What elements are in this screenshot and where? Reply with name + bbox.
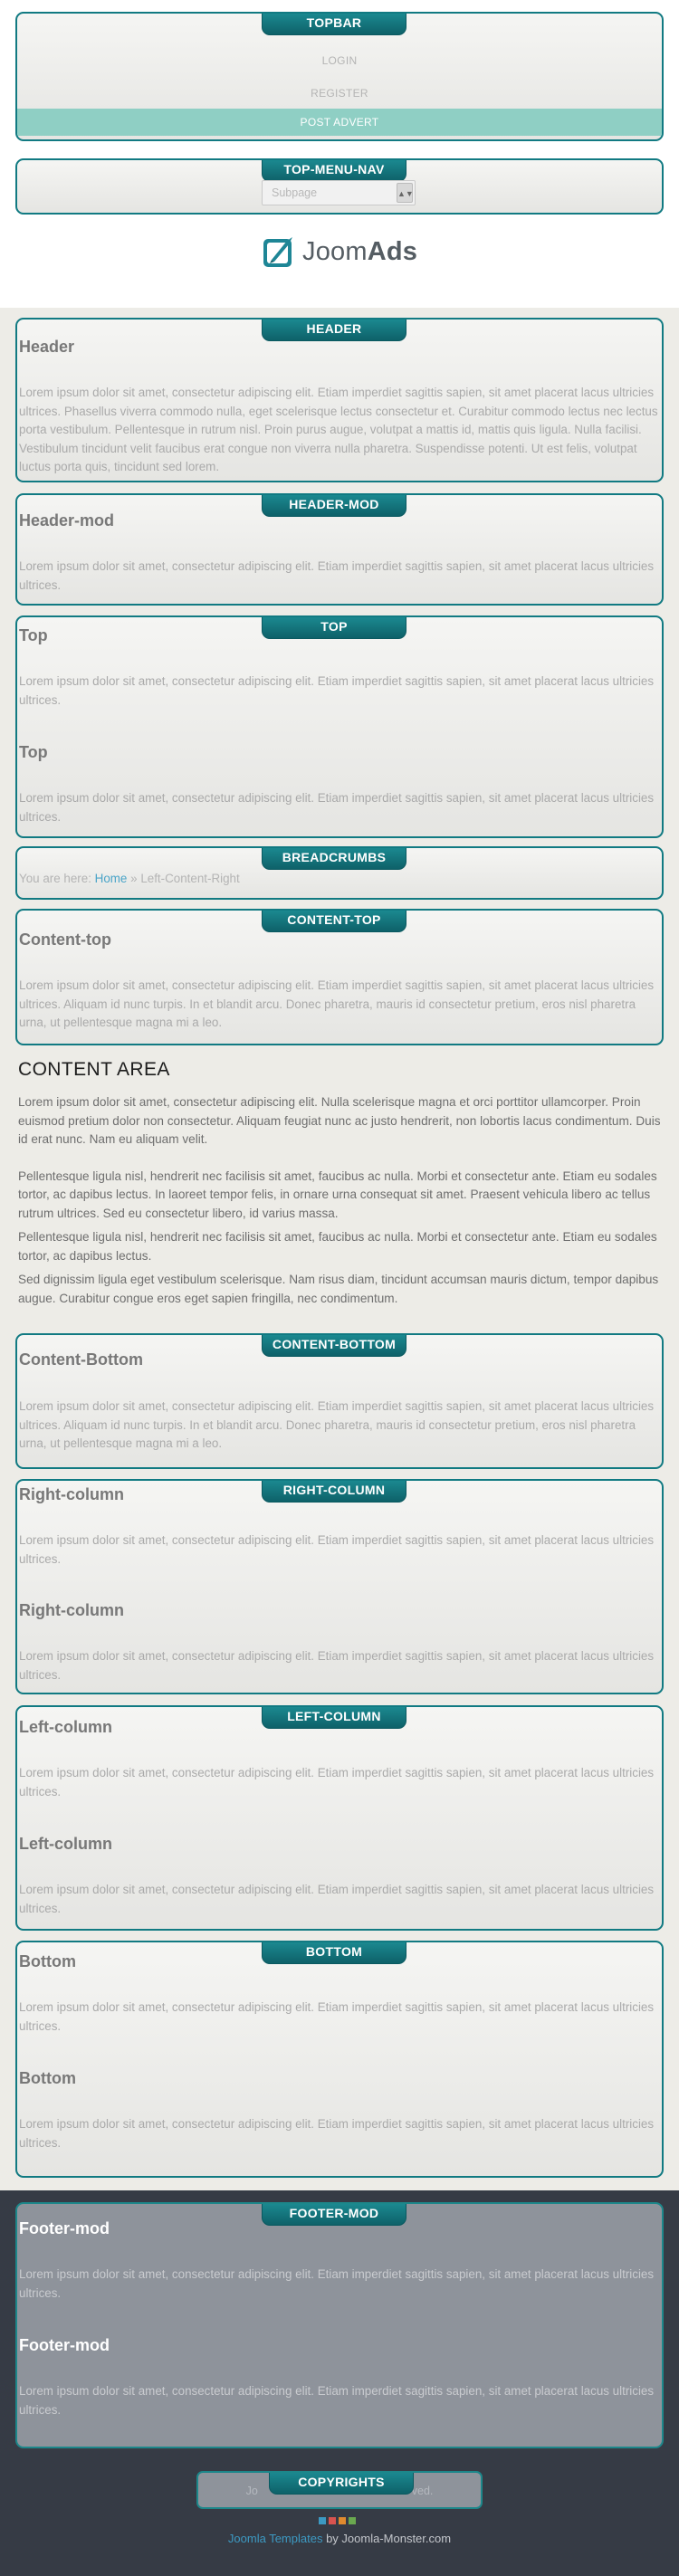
topbar-module: TOPBAR LOGIN REGISTER POST ADVERT bbox=[15, 12, 664, 141]
left-column-module: LEFT-COLUMN Left-column Lorem ipsum dolo… bbox=[15, 1705, 664, 1931]
module-text: Lorem ipsum dolor sit amet, consectetur … bbox=[19, 1399, 655, 1450]
post-advert-link[interactable]: POST ADVERT bbox=[17, 109, 662, 136]
logo-icon bbox=[263, 237, 292, 267]
module-text: Lorem ipsum dolor sit amet, consectetur … bbox=[19, 2117, 655, 2150]
color-square-orange[interactable] bbox=[339, 2517, 346, 2524]
color-squares bbox=[319, 2517, 356, 2524]
module-text: Lorem ipsum dolor sit amet, consectetur … bbox=[19, 1766, 655, 1798]
module-text: Lorem ipsum dolor sit amet, consectetur … bbox=[19, 2384, 655, 2417]
joomla-templates-link[interactable]: Joomla Templates bbox=[228, 2532, 323, 2545]
module-title: Bottom bbox=[19, 2069, 76, 2087]
module-tab-bottom: BOTTOM bbox=[262, 1942, 406, 1964]
module-tab-top-menu-nav: TOP-MENU-NAV bbox=[262, 160, 406, 182]
module-title: Header-mod bbox=[19, 511, 115, 530]
module-title: Left-column bbox=[19, 1718, 112, 1736]
register-link[interactable]: REGISTER bbox=[17, 84, 662, 102]
copyrights-module: Jo ved. COPYRIGHTS bbox=[196, 2471, 483, 2509]
module-text: Lorem ipsum dolor sit amet, consectetur … bbox=[19, 1649, 655, 1682]
content-top-module: CONTENT-TOP Content-top Lorem ipsum dolo… bbox=[15, 909, 664, 1045]
color-square-green[interactable] bbox=[349, 2517, 356, 2524]
bottom-module: BOTTOM Bottom Lorem ipsum dolor sit amet… bbox=[15, 1941, 664, 2178]
module-title: Content-Bottom bbox=[19, 1350, 143, 1369]
joomads-logo[interactable]: JoomAds bbox=[263, 234, 417, 270]
module-title: Top bbox=[19, 743, 48, 761]
breadcrumb: You are here: Home » Left-Content-Right bbox=[19, 872, 240, 885]
menu-select-value: Subpage bbox=[272, 186, 318, 199]
module-tab-top: TOP bbox=[262, 617, 406, 639]
module-title: Bottom bbox=[19, 1952, 76, 1970]
logo-text: JoomAds bbox=[302, 236, 418, 266]
menu-select[interactable]: Subpage ▲▼ bbox=[262, 180, 416, 205]
credits-suffix: by Joomla-Monster.com bbox=[322, 2532, 452, 2545]
module-text: Lorem ipsum dolor sit amet, consectetur … bbox=[19, 674, 655, 707]
module-tab-content-top: CONTENT-TOP bbox=[262, 911, 406, 932]
color-square-blue[interactable] bbox=[319, 2517, 326, 2524]
color-square-red[interactable] bbox=[329, 2517, 336, 2524]
header-mod-module: HEADER-MOD Header-mod Lorem ipsum dolor … bbox=[15, 493, 664, 606]
top-menu-nav-module: TOP-MENU-NAV Subpage ▲▼ bbox=[15, 158, 664, 215]
content-paragraph: Pellentesque ligula nisl, hendrerit nec … bbox=[18, 1169, 657, 1220]
header-module: HEADER Header Lorem ipsum dolor sit amet… bbox=[15, 318, 664, 482]
module-text: Lorem ipsum dolor sit amet, consectetur … bbox=[19, 791, 655, 824]
content-area: CONTENT AREA Lorem ipsum dolor sit amet,… bbox=[18, 1059, 663, 1326]
content-title: CONTENT AREA bbox=[18, 1059, 170, 1080]
module-tab-header-mod: HEADER-MOD bbox=[262, 495, 406, 517]
module-title: Right-column bbox=[19, 1601, 124, 1619]
breadcrumb-separator: » bbox=[130, 872, 138, 885]
module-text: Lorem ipsum dolor sit amet, consectetur … bbox=[19, 1883, 655, 1915]
module-tab-right-column: RIGHT-COLUMN bbox=[262, 1481, 406, 1503]
module-title: Footer-mod bbox=[19, 2336, 110, 2354]
breadcrumb-prefix: You are here: bbox=[19, 872, 91, 885]
module-text: Lorem ipsum dolor sit amet, consectetur … bbox=[19, 1533, 655, 1566]
content-paragraph: Pellentesque ligula nisl, hendrerit nec … bbox=[18, 1230, 657, 1263]
content-paragraph: Lorem ipsum dolor sit amet, consectetur … bbox=[18, 1095, 661, 1146]
content-bottom-module: CONTENT-BOTTOM Content-Bottom Lorem ipsu… bbox=[15, 1333, 664, 1469]
module-text: Lorem ipsum dolor sit amet, consectetur … bbox=[19, 2000, 655, 2033]
breadcrumbs-module: BREADCRUMBS You are here: Home » Left-Co… bbox=[15, 846, 664, 900]
module-title: Header bbox=[19, 338, 75, 356]
module-tab-header: HEADER bbox=[262, 320, 406, 341]
module-tab-copyrights: COPYRIGHTS bbox=[269, 2473, 414, 2495]
module-tab-breadcrumbs: BREADCRUMBS bbox=[262, 848, 406, 870]
breadcrumb-current: Left-Content-Right bbox=[140, 872, 240, 885]
right-column-module: RIGHT-COLUMN Right-column Lorem ipsum do… bbox=[15, 1479, 664, 1694]
module-title: Left-column bbox=[19, 1835, 112, 1853]
module-text: Lorem ipsum dolor sit amet, consectetur … bbox=[19, 2267, 655, 2300]
credits: Joomla Templates by Joomla-Monster.com bbox=[0, 2532, 679, 2545]
login-link[interactable]: LOGIN bbox=[17, 52, 662, 70]
content-paragraph: Sed dignissim ligula eget vestibulum sce… bbox=[18, 1273, 659, 1305]
module-tab-footer-mod: FOOTER-MOD bbox=[262, 2204, 406, 2226]
footer-mod-module: FOOTER-MOD Footer-mod Lorem ipsum dolor … bbox=[15, 2202, 664, 2448]
module-text: Lorem ipsum dolor sit amet, consectetur … bbox=[19, 386, 658, 473]
breadcrumb-home-link[interactable]: Home bbox=[95, 872, 128, 885]
module-title: Content-top bbox=[19, 930, 111, 949]
module-title: Footer-mod bbox=[19, 2219, 110, 2237]
module-title: Right-column bbox=[19, 1485, 124, 1503]
module-tab-content-bottom: CONTENT-BOTTOM bbox=[262, 1335, 406, 1357]
module-title: Top bbox=[19, 626, 48, 644]
module-tab-left-column: LEFT-COLUMN bbox=[262, 1707, 406, 1729]
select-arrow-icon[interactable]: ▲▼ bbox=[397, 183, 414, 203]
module-tab-topbar: TOPBAR bbox=[262, 14, 406, 35]
module-text: Lorem ipsum dolor sit amet, consectetur … bbox=[19, 559, 655, 592]
top-module: TOP Top Lorem ipsum dolor sit amet, cons… bbox=[15, 615, 664, 838]
module-text: Lorem ipsum dolor sit amet, consectetur … bbox=[19, 978, 655, 1029]
